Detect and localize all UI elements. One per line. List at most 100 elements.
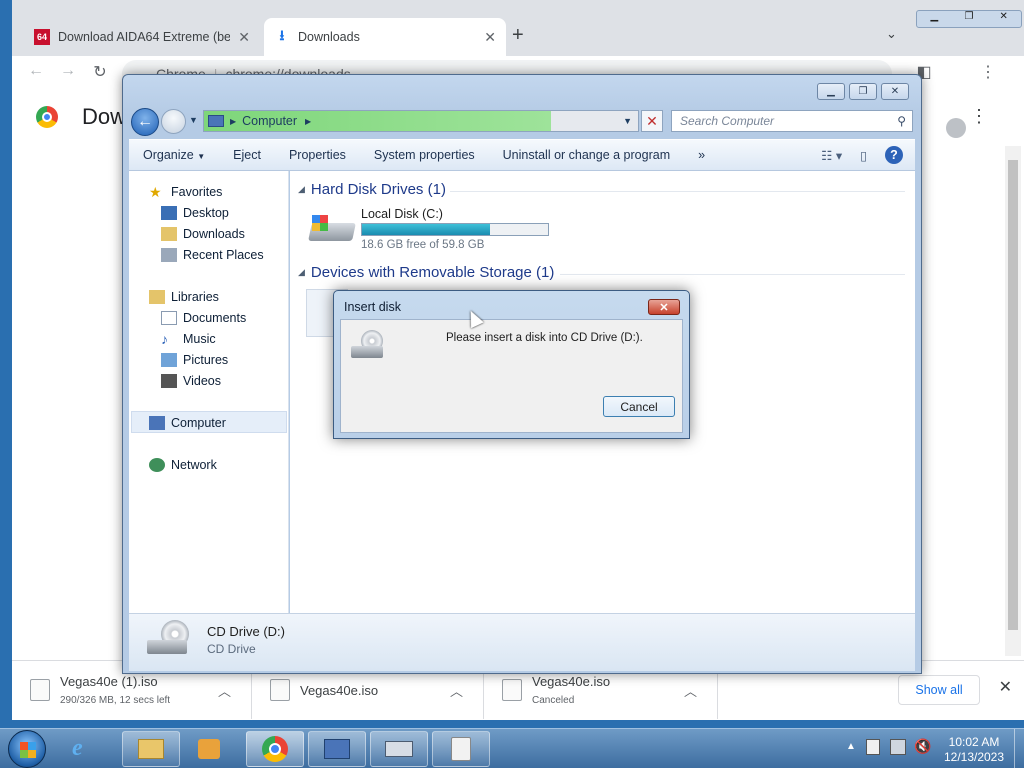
search-placeholder: Search Computer xyxy=(680,114,775,128)
clock-time: 10:02 AM xyxy=(948,735,1000,749)
tab-aida64[interactable]: 64 Download AIDA64 Extreme (beta ✕ xyxy=(24,18,260,56)
reload-icon[interactable]: ↻ xyxy=(88,62,112,82)
close-icon[interactable]: ✕ xyxy=(986,11,1021,27)
file-icon xyxy=(502,679,522,701)
nav-music[interactable]: ♪ Music xyxy=(161,332,216,346)
back-button[interactable]: ← xyxy=(131,108,159,136)
eject-button[interactable]: Eject xyxy=(219,148,275,162)
insert-disk-dialog: Insert disk ✕ Please insert a disk into … xyxy=(333,290,690,439)
maximize-button[interactable]: ❐ xyxy=(849,83,877,100)
back-icon[interactable]: ← xyxy=(24,62,48,80)
properties-button[interactable]: Properties xyxy=(275,148,360,162)
nav-downloads[interactable]: Downloads xyxy=(161,227,245,241)
organize-button[interactable]: Organize ▼ xyxy=(129,148,219,162)
chrome-menu-icon[interactable]: ⋮ xyxy=(976,62,1000,82)
view-options-icon[interactable]: ☷ ▾ xyxy=(821,148,842,163)
action-center-icon[interactable] xyxy=(866,739,880,755)
forward-button[interactable] xyxy=(161,109,186,134)
show-desktop-button[interactable] xyxy=(1014,729,1024,768)
nav-computer[interactable]: Computer xyxy=(149,416,226,430)
minimize-button[interactable]: ▁ xyxy=(817,83,845,100)
breadcrumb-computer[interactable]: Computer xyxy=(242,114,297,128)
file-icon xyxy=(270,679,290,701)
details-type: CD Drive xyxy=(207,642,256,656)
chevron-up-icon[interactable]: ︿ xyxy=(684,681,697,700)
tab-strip: 64 Download AIDA64 Extreme (beta ✕ ⭳ Dow… xyxy=(12,0,1024,56)
media-player-icon[interactable] xyxy=(198,739,220,759)
search-icon[interactable]: ⚲ xyxy=(897,114,906,128)
local-disk-name[interactable]: Local Disk (C:) xyxy=(361,207,443,221)
internet-explorer-icon[interactable]: e xyxy=(72,735,83,762)
page-title: Dow xyxy=(82,104,127,129)
close-button[interactable]: ✕ xyxy=(881,83,909,100)
collapse-icon: ◢ xyxy=(298,267,305,277)
new-tab-icon[interactable]: + xyxy=(512,24,524,47)
stop-button[interactable]: ✕ xyxy=(641,110,663,132)
nav-videos[interactable]: Videos xyxy=(161,374,221,388)
chevron-up-icon[interactable]: ︿ xyxy=(450,681,463,700)
taskbar: e ▲ 🔇 10:02 AM 12/13/2023 xyxy=(0,728,1024,768)
address-bar[interactable]: ▶ Computer ▶ ▼ xyxy=(203,110,639,132)
collapse-icon: ◢ xyxy=(298,184,305,194)
taskbar-chrome[interactable] xyxy=(246,731,304,767)
minimize-icon[interactable]: ▁ xyxy=(917,11,952,27)
page-scrollbar[interactable] xyxy=(1005,146,1021,656)
chevron-up-icon[interactable]: ︿ xyxy=(218,681,231,700)
nav-libraries[interactable]: Libraries xyxy=(149,290,219,304)
back-arrow-icon: ← xyxy=(137,113,153,130)
desktop-icon xyxy=(161,206,177,220)
close-icon: ✕ xyxy=(659,301,669,314)
breadcrumb-arrow-icon[interactable]: ▶ xyxy=(305,117,311,126)
network-tray-icon[interactable] xyxy=(890,739,906,755)
more-commands-button[interactable]: » xyxy=(684,148,719,162)
cancel-button[interactable]: Cancel xyxy=(603,396,675,417)
uninstall-program-button[interactable]: Uninstall or change a program xyxy=(489,148,684,162)
show-hidden-icons-icon[interactable]: ▲ xyxy=(846,741,856,752)
system-properties-button[interactable]: System properties xyxy=(360,148,489,162)
taskbar-dialog[interactable] xyxy=(432,731,490,767)
download-name: Vegas40e.iso xyxy=(300,682,379,698)
show-all-button[interactable]: Show all xyxy=(898,675,980,705)
nav-documents[interactable]: Documents xyxy=(161,311,246,325)
breadcrumb-arrow-icon[interactable]: ▶ xyxy=(230,117,236,126)
music-icon: ♪ xyxy=(161,331,168,347)
clock-date: 12/13/2023 xyxy=(943,750,1005,764)
group-removable-storage[interactable]: ◢ Devices with Removable Storage (1) xyxy=(298,264,554,281)
libraries-icon xyxy=(149,290,165,304)
download-name: Vegas40e.iso xyxy=(532,674,611,689)
preview-pane-icon[interactable]: ▯ xyxy=(860,148,867,163)
close-tab-icon[interactable]: ✕ xyxy=(484,29,496,46)
taskbar-explorer[interactable] xyxy=(122,731,180,767)
system-clock[interactable]: 10:02 AM 12/13/2023 xyxy=(938,735,1010,765)
nav-recent-places[interactable]: Recent Places xyxy=(161,248,264,262)
page-menu-icon[interactable]: ⋮ xyxy=(970,106,988,127)
nav-desktop[interactable]: Desktop xyxy=(161,206,229,220)
group-hard-disk-drives[interactable]: ◢ Hard Disk Drives (1) xyxy=(298,181,446,198)
aida64-favicon: 64 xyxy=(34,29,50,45)
scrollbar-thumb[interactable] xyxy=(1008,160,1018,630)
start-button[interactable] xyxy=(8,730,46,768)
disk-usage-fill xyxy=(362,224,491,235)
nav-pictures[interactable]: Pictures xyxy=(161,353,228,367)
taskbar-computer[interactable] xyxy=(308,731,366,767)
download-name: Vegas40e (1).iso xyxy=(60,674,158,689)
close-tab-icon[interactable]: ✕ xyxy=(238,29,250,46)
maximize-icon: ❐ xyxy=(858,86,868,97)
recent-pages-icon[interactable]: ▼ xyxy=(189,115,198,125)
network-icon xyxy=(149,458,165,472)
close-shelf-icon[interactable]: ✕ xyxy=(999,677,1012,697)
tab-downloads[interactable]: ⭳ Downloads ✕ xyxy=(264,18,506,56)
file-icon xyxy=(30,679,50,701)
tab-search-icon[interactable]: ⌄ xyxy=(886,26,897,42)
forward-icon[interactable]: → xyxy=(56,62,80,80)
restore-icon[interactable]: ❐ xyxy=(952,11,987,27)
help-icon[interactable]: ? xyxy=(885,146,903,164)
hard-disk-icon[interactable] xyxy=(306,207,356,247)
volume-muted-icon[interactable]: 🔇 xyxy=(914,738,931,755)
search-input[interactable]: Search Computer ⚲ xyxy=(671,110,913,132)
taskbar-keyboard-app[interactable] xyxy=(370,731,428,767)
address-dropdown-icon[interactable]: ▼ xyxy=(623,116,632,126)
nav-network[interactable]: Network xyxy=(149,458,217,472)
dialog-close-button[interactable]: ✕ xyxy=(648,299,680,315)
nav-favorites[interactable]: ★ Favorites xyxy=(149,185,222,199)
